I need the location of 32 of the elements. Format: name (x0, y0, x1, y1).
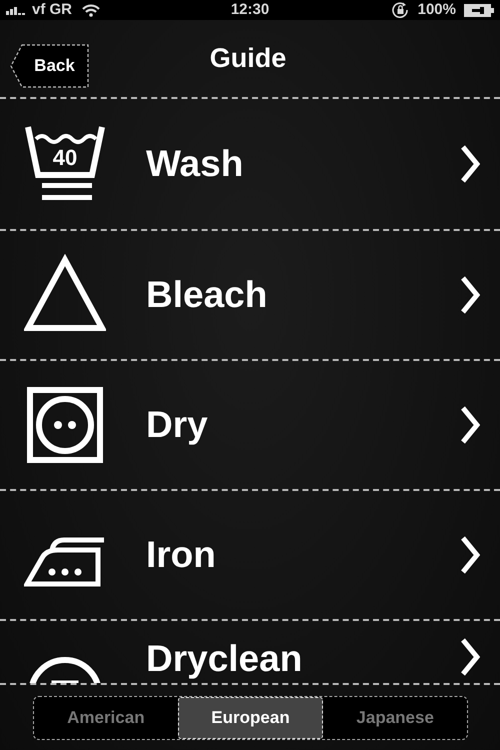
row-label: Wash (146, 142, 244, 186)
dryclean-icon (28, 657, 102, 683)
segment-tab[interactable]: Japanese (323, 697, 468, 739)
signal-icon (6, 5, 28, 15)
segment-tab[interactable]: American (34, 697, 178, 739)
battery-percent: 100% (418, 0, 456, 20)
row-label: Bleach (146, 273, 268, 318)
battery-charging-icon (464, 4, 494, 16)
guide-row[interactable]: Iron (0, 489, 500, 619)
chevron-icon (460, 275, 480, 315)
washtub-icon (25, 126, 105, 200)
row-label: Dryclean (146, 637, 302, 681)
segment-tab[interactable]: European (178, 697, 324, 739)
guide-row[interactable]: Dry (0, 359, 500, 489)
rotation-lock-icon (392, 2, 410, 18)
guide-row[interactable]: Bleach (0, 229, 500, 359)
carrier-name: vf GR (32, 0, 72, 20)
screen-title: Guide (210, 42, 286, 76)
chevron-icon (460, 144, 480, 184)
clock-time: 12:30 (230, 0, 270, 20)
row-label: Iron (146, 533, 216, 578)
temperature-label: 40 (52, 145, 78, 170)
triangle-icon (24, 254, 106, 331)
wifi-icon (82, 4, 100, 16)
tumble-dry-icon (27, 387, 103, 463)
guide-row[interactable]: 40 Wash (0, 99, 500, 229)
row-label: Dry (146, 403, 208, 448)
back-button[interactable]: Back (10, 44, 89, 88)
iron-icon (24, 538, 104, 586)
chevron-icon (460, 637, 480, 677)
chevron-icon (460, 405, 480, 445)
chevron-icon (460, 535, 480, 575)
